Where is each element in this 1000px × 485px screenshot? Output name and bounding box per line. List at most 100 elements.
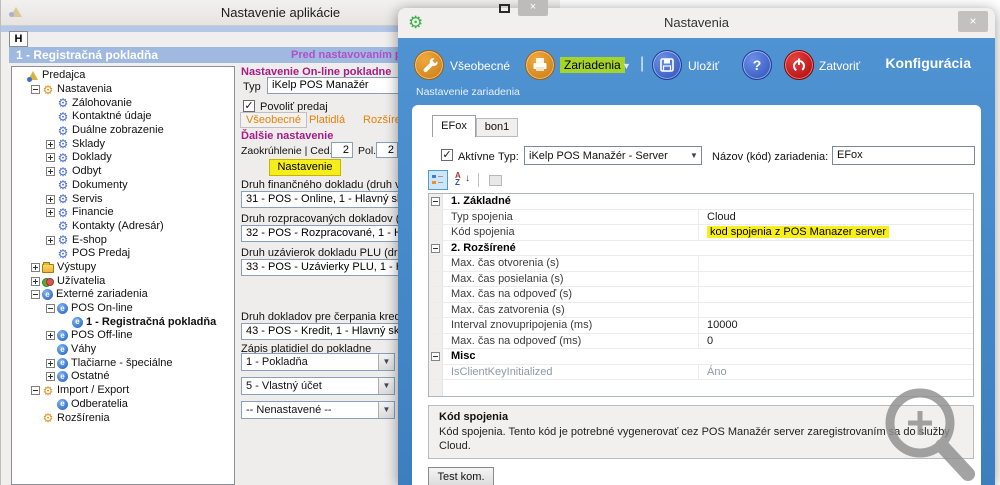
- expand-icon[interactable]: [46, 331, 55, 340]
- h-tab[interactable]: H: [9, 31, 28, 47]
- expand-icon[interactable]: [46, 236, 55, 245]
- collapse-icon[interactable]: [431, 197, 440, 206]
- rounding-pol-input[interactable]: 2: [376, 142, 398, 158]
- rounding-ced-input[interactable]: 2: [331, 142, 353, 158]
- tree-item[interactable]: eOstatné: [12, 370, 234, 384]
- property-name: Max. čas na odpoveď (ms): [443, 334, 699, 349]
- tree-item[interactable]: Užívatelia: [12, 274, 234, 288]
- magnifier-icon: [868, 378, 983, 485]
- property-row[interactable]: Typ spojeniaCloud: [429, 210, 973, 226]
- payment-select[interactable]: 1 - Pokladňa▼: [241, 353, 395, 371]
- tree-item[interactable]: eTlačiarne - špeciálne: [12, 356, 234, 370]
- tree-item[interactable]: ⚙Sklady: [12, 137, 234, 151]
- property-name: Interval znovupripojenia (ms): [443, 318, 699, 333]
- payment-select[interactable]: 5 - Vlastný účet▼: [241, 377, 395, 395]
- property-category-row[interactable]: Misc: [429, 349, 973, 365]
- save-button[interactable]: [652, 50, 682, 80]
- tree-item[interactable]: ⚙Kontaktné údaje: [12, 110, 234, 124]
- close-toolbar-button[interactable]: [784, 50, 814, 80]
- expand-icon[interactable]: [31, 263, 40, 272]
- field-label: Druh finančného dokladu (druh v ktor: [241, 179, 422, 191]
- expand-icon[interactable]: [46, 372, 55, 381]
- nastavenie-button[interactable]: Nastavenie: [269, 159, 341, 176]
- property-row[interactable]: Max. čas zatvorenia (s): [429, 303, 973, 319]
- expand-icon[interactable]: [46, 167, 55, 176]
- tree-item[interactable]: eOdberatelia: [12, 398, 234, 412]
- collapse-icon[interactable]: [46, 304, 55, 313]
- gear-blue-icon: ⚙: [57, 193, 69, 205]
- settings-tree[interactable]: Predajca⚙Nastavenia⚙Zálohovanie⚙Kontaktn…: [11, 66, 235, 485]
- devices-button[interactable]: [525, 50, 555, 80]
- collapse-icon[interactable]: [31, 290, 40, 299]
- tree-item[interactable]: ⚙Import / Export: [12, 384, 234, 398]
- tree-item[interactable]: ⚙Servis: [12, 192, 234, 206]
- tree-item[interactable]: ePOS Off-line: [12, 329, 234, 343]
- test-communication-button[interactable]: Test kom.: [428, 467, 494, 485]
- help-button[interactable]: ?: [742, 50, 772, 80]
- tree-item[interactable]: ⚙Odbyt: [12, 165, 234, 179]
- tree-item[interactable]: Výstupy: [12, 261, 234, 275]
- alphabetical-sort-button[interactable]: AZ↓: [452, 170, 472, 190]
- expand-icon[interactable]: [46, 195, 55, 204]
- tree-item[interactable]: ⚙Rozšírenia: [12, 411, 234, 425]
- general-button[interactable]: [414, 50, 444, 80]
- close-toolbar-label[interactable]: Zatvoriť: [819, 59, 860, 73]
- device-type-select[interactable]: iKelp POS Manažér - Server ▼: [524, 146, 702, 165]
- tree-item[interactable]: ⚙Zálohovanie: [12, 96, 234, 110]
- collapse-icon[interactable]: [31, 85, 40, 94]
- expand-icon[interactable]: [31, 277, 40, 286]
- save-label[interactable]: Uložiť: [688, 59, 719, 73]
- tree-item[interactable]: ⚙POS Predaj: [12, 247, 234, 261]
- collapse-icon[interactable]: [31, 386, 40, 395]
- categorized-view-button[interactable]: [428, 170, 448, 190]
- property-grid[interactable]: 1. ZákladnéTyp spojeniaCloudKód spojenia…: [428, 193, 974, 397]
- property-row[interactable]: Max. čas posielania (s): [429, 272, 973, 288]
- devices-label[interactable]: Zariadenia: [560, 57, 625, 73]
- general-label[interactable]: Všeobecné: [450, 59, 510, 73]
- chevron-down-icon[interactable]: ▼: [622, 61, 631, 71]
- property-row[interactable]: Max. čas na odpoveď (ms)0: [429, 334, 973, 350]
- panel-tab-všeobecné[interactable]: Všeobecné: [240, 112, 307, 128]
- tree-item[interactable]: eExterné zariadenia: [12, 288, 234, 302]
- device-name-input[interactable]: EFox: [832, 146, 975, 165]
- tree-item[interactable]: ⚙Kontakty (Adresár): [12, 220, 234, 234]
- tree-item[interactable]: eVáhy: [12, 343, 234, 357]
- property-category-row[interactable]: 1. Základné: [429, 194, 973, 210]
- tree-item[interactable]: ⚙Duálne zobrazenie: [12, 124, 234, 138]
- chevron-down-icon[interactable]: ▼: [378, 402, 394, 418]
- property-row[interactable]: Kód spojeniakod spojenia z POS Manazer s…: [429, 225, 973, 241]
- expand-icon[interactable]: [46, 140, 55, 149]
- tree-item[interactable]: ⚙Dokumenty: [12, 179, 234, 193]
- collapse-icon[interactable]: [431, 244, 440, 253]
- expand-icon[interactable]: [46, 208, 55, 217]
- settings-titlebar[interactable]: ⚙ Nastavenia ×: [398, 8, 995, 38]
- property-pages-button: [485, 170, 505, 190]
- property-row[interactable]: Interval znovupripojenia (ms)10000: [429, 318, 973, 334]
- expand-icon[interactable]: [46, 359, 55, 368]
- tree-item[interactable]: e1 - Registračná pokladňa: [12, 315, 234, 329]
- tab-efox[interactable]: EFox: [432, 115, 476, 137]
- tree-item[interactable]: ePOS On-line: [12, 302, 234, 316]
- tree-item[interactable]: ⚙Doklady: [12, 151, 234, 165]
- panel-tab-platidlá[interactable]: Platidlá: [309, 114, 345, 126]
- collapse-icon[interactable]: [431, 352, 440, 361]
- tree-indent: [46, 226, 57, 227]
- tree-item[interactable]: ⚙E-shop: [12, 233, 234, 247]
- close-icon[interactable]: ×: [958, 11, 988, 32]
- tab-bon1[interactable]: bon1: [476, 118, 518, 137]
- left-close-button[interactable]: ×: [518, 0, 548, 16]
- property-row[interactable]: Max. čas na odpoveď (s): [429, 287, 973, 303]
- active-checkbox[interactable]: ✓: [441, 149, 453, 161]
- chevron-down-icon[interactable]: ▼: [378, 378, 394, 394]
- property-value: [699, 256, 973, 271]
- tree-item[interactable]: ⚙Nastavenia: [12, 83, 234, 97]
- property-row[interactable]: Max. čas otvorenia (s): [429, 256, 973, 272]
- property-category-row[interactable]: 2. Rozšírené: [429, 241, 973, 257]
- tree-item[interactable]: Predajca: [12, 69, 234, 83]
- allow-sale-checkbox[interactable]: ✓: [243, 100, 255, 112]
- maximize-button[interactable]: [499, 4, 510, 13]
- chevron-down-icon[interactable]: ▼: [378, 354, 394, 370]
- payment-select[interactable]: -- Nenastavené --▼: [241, 401, 395, 419]
- expand-icon[interactable]: [46, 153, 55, 162]
- tree-item[interactable]: ⚙Financie: [12, 206, 234, 220]
